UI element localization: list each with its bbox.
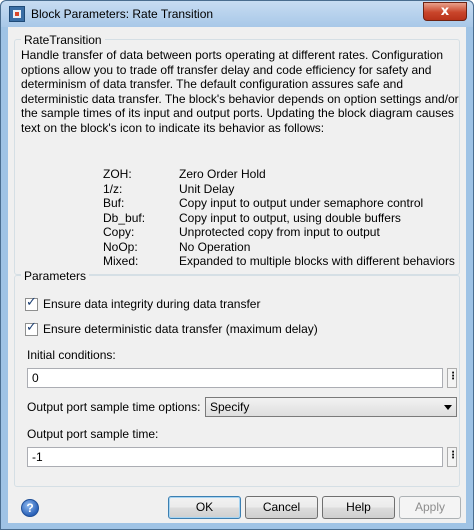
sample-time-label: Output port sample time: xyxy=(27,427,159,441)
close-button[interactable]: x xyxy=(423,2,467,21)
dialog-window: Block Parameters: Rate Transition x Rate… xyxy=(0,0,474,530)
ok-button[interactable]: OK xyxy=(168,496,241,519)
behavior-option-key: 1/z: xyxy=(103,181,123,196)
checkmark-icon: ✓ xyxy=(26,320,37,335)
sample-time-options-dropdown[interactable]: Specify xyxy=(205,397,457,417)
cancel-button[interactable]: Cancel xyxy=(245,496,318,519)
deterministic-checkbox-label[interactable]: Ensure deterministic data transfer (maxi… xyxy=(43,322,318,336)
behavior-option-key: Mixed: xyxy=(103,254,139,268)
behavior-option-value: Expanded to multiple blocks with differe… xyxy=(179,254,455,268)
behavior-option-key: Db_buf: xyxy=(103,210,146,225)
integrity-checkbox[interactable]: ✓ xyxy=(25,295,38,311)
window-title: Block Parameters: Rate Transition xyxy=(31,7,214,21)
behavior-option-value: Copy input to output under semaphore con… xyxy=(179,196,424,210)
behavior-option-key: NoOp: xyxy=(103,239,138,254)
deterministic-checkbox[interactable]: ✓ xyxy=(25,320,38,336)
behavior-option-value: No Operation xyxy=(179,239,251,254)
parameters-group: Parameters ✓ Ensure data integrity durin… xyxy=(14,269,460,487)
description-group: RateTransition Handle transfer of data b… xyxy=(14,33,460,275)
sample-time-options-label: Output port sample time options: xyxy=(27,400,201,414)
chevron-down-icon xyxy=(444,405,452,410)
description-text: Handle transfer of data between ports op… xyxy=(21,48,459,135)
initial-conditions-label: Initial conditions: xyxy=(27,348,116,362)
initial-conditions-more-button[interactable]: ⋮ xyxy=(447,368,458,388)
help-icon[interactable]: ? xyxy=(21,499,39,517)
behavior-option-value: Zero Order Hold xyxy=(179,167,266,181)
dialog-body: RateTransition Handle transfer of data b… xyxy=(8,27,466,523)
integrity-checkbox-label[interactable]: Ensure data integrity during data transf… xyxy=(43,297,260,311)
parameters-group-title: Parameters xyxy=(21,269,90,283)
checkmark-icon: ✓ xyxy=(26,295,37,310)
simulink-block-icon xyxy=(9,6,25,22)
title-bar[interactable]: Block Parameters: Rate Transition x xyxy=(1,1,473,27)
behavior-option-key: Buf: xyxy=(103,196,125,210)
behavior-option-key: Copy: xyxy=(103,225,135,239)
behavior-option-value: Unprotected copy from input to output xyxy=(179,225,380,239)
initial-conditions-input[interactable]: 0 xyxy=(27,368,443,388)
apply-button[interactable]: Apply xyxy=(399,496,461,519)
behavior-option-value: Copy input to output, using double buffe… xyxy=(179,210,401,225)
sample-time-more-button[interactable]: ⋮ xyxy=(447,447,458,467)
behavior-option-key: ZOH: xyxy=(103,167,132,181)
description-group-title: RateTransition xyxy=(21,33,105,47)
behavior-option-value: Unit Delay xyxy=(179,181,235,196)
help-button[interactable]: Help xyxy=(322,496,395,519)
sample-time-options-value: Specify xyxy=(210,400,250,414)
sample-time-input[interactable]: -1 xyxy=(27,447,443,467)
